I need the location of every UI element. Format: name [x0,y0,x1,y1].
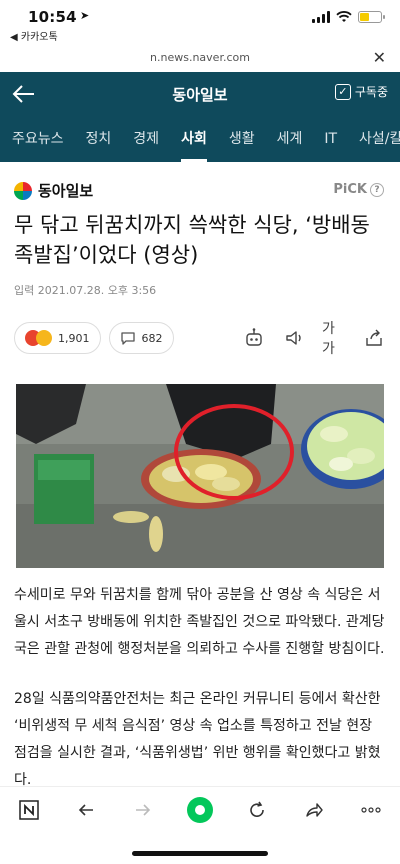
location-arrow-icon: ➤ [80,9,90,22]
press-logo-icon [14,181,32,200]
tab-it[interactable]: IT [324,116,337,162]
status-bar: 10:54 ➤ ◀ 카카오톡 [0,0,400,44]
check-icon: ✓ [334,83,351,100]
article-headline: 무 닦고 뒤꿈치까지 쓱싹한 식당, ‘방배동 족발집’이었다 (영상) [14,213,370,267]
pick-badge[interactable]: PiCK ? [333,182,384,197]
tab-politics[interactable]: 정치 [86,116,112,162]
battery-icon [358,11,385,23]
status-time: 10:54 [28,8,77,26]
tab-editorial[interactable]: 사설/칼럼 [359,116,400,162]
url-text: n.news.naver.com [150,51,250,64]
cellular-signal-icon [312,11,330,23]
tab-life[interactable]: 생활 [229,116,255,162]
reaction-button[interactable]: 1,901 [14,322,101,354]
close-icon[interactable]: ✕ [373,44,386,72]
reaction-count: 1,901 [58,331,90,345]
share-icon[interactable] [362,326,386,350]
forward-icon[interactable] [127,794,159,826]
category-nav: 주요뉴스 정치 경제 사회 생활 세계 IT 사설/칼럼 [0,116,400,162]
comment-icon [120,332,135,345]
reaction-emoji-icon [25,330,52,346]
naver-home-icon[interactable] [13,794,45,826]
url-bar: n.news.naver.com ✕ [0,44,400,72]
browser-toolbar [0,786,400,832]
tab-main-news[interactable]: 주요뉴스 [12,116,64,162]
press-brand[interactable]: 동아일보 [14,180,93,201]
tab-society[interactable]: 사회 [181,116,207,162]
article-date: 입력 2021.07.28. 오후 3:56 [14,284,157,297]
press-name: 동아일보 [38,182,94,200]
refresh-icon[interactable] [241,794,273,826]
font-size-button[interactable]: 가가 [322,321,346,357]
speaker-icon[interactable] [282,326,306,350]
back-to-app-link[interactable]: ◀ 카카오톡 [10,28,58,43]
pick-label: PiCK [333,182,367,197]
tab-world[interactable]: 세계 [277,116,303,162]
help-icon: ? [370,182,384,197]
back-icon[interactable] [70,794,102,826]
cctv-photo-illustration [16,384,384,568]
more-icon[interactable] [355,794,387,826]
article-paragraph-1: 수세미로 무와 뒤꿈치를 함께 닦아 공분을 산 영상 속 식당은 서울시 서초… [14,587,385,657]
share-forward-icon[interactable] [298,794,330,826]
home-indicator[interactable] [132,851,268,856]
article-photo[interactable] [16,384,384,568]
comment-button[interactable]: 682 [108,322,174,354]
tab-economy[interactable]: 경제 [133,116,159,162]
press-header: 동아일보 ✓ 구독중 [0,72,400,116]
green-dot-icon[interactable] [184,794,216,826]
subscribe-button[interactable]: ✓ 구독중 [334,83,388,100]
article-paragraph-2: 28일 식품의약품안전처는 최근 온라인 커뮤니티 등에서 확산한 ‘비위생적 … [14,691,381,788]
wifi-icon [336,11,352,22]
subscribe-label: 구독중 [354,85,388,99]
robot-summary-icon[interactable] [242,326,266,350]
comment-count: 682 [141,331,163,345]
